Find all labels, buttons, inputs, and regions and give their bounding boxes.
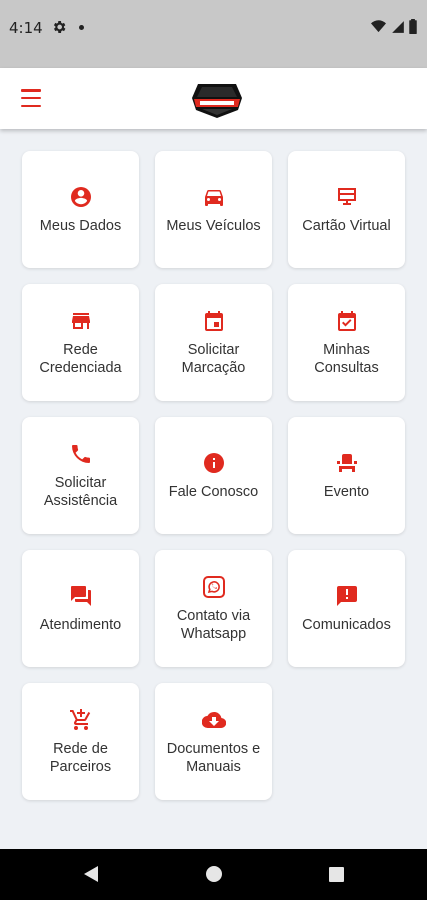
menu-card-solicitar-assistencia[interactable]: Solicitar Assistência: [22, 417, 139, 534]
menu-card-minhas-consultas[interactable]: Minhas Consultas: [288, 284, 405, 401]
menu-card-contato-whatsapp[interactable]: Contato via Whatsapp: [155, 550, 272, 667]
menu-card-evento[interactable]: Evento: [288, 417, 405, 534]
menu-card-cartao-virtual[interactable]: Cartão Virtual: [288, 151, 405, 268]
menu-card-label: Rede Credenciada: [39, 341, 122, 376]
menu-card-rede-credenciada[interactable]: Rede Credenciada: [22, 284, 139, 401]
car-icon: [202, 185, 226, 209]
menu-grid: Meus Dados Meus Veículos Cartão Virtual Red…: [22, 151, 406, 800]
event-seat-icon: [335, 451, 359, 475]
battery-icon: [409, 19, 417, 39]
navigation-bar: [0, 849, 427, 900]
menu-card-label: Cartão Virtual: [302, 217, 391, 234]
hamburger-menu-icon[interactable]: [19, 87, 43, 109]
menu-card-meus-dados[interactable]: Meus Dados: [22, 151, 139, 268]
brand-logo: [188, 76, 246, 120]
menu-card-label: Fale Conosco: [168, 483, 259, 500]
menu-card-label: Solicitar Marcação: [181, 341, 246, 376]
menu-card-label: Atendimento: [39, 616, 122, 633]
menu-card-meus-veiculos[interactable]: Meus Veículos: [155, 151, 272, 268]
card-monitor-icon: [335, 185, 359, 209]
menu-card-label: Rede de Parceiros: [49, 740, 112, 775]
menu-card-atendimento[interactable]: Atendimento: [22, 550, 139, 667]
signal-icon: [391, 20, 405, 39]
menu-card-label: Comunicados: [302, 616, 391, 633]
info-icon: [202, 451, 226, 475]
calendar-check-icon: [335, 309, 359, 333]
menu-card-label: Meus Veículos: [166, 217, 261, 234]
settings-gear-icon: [51, 19, 67, 35]
status-icons: [370, 19, 417, 39]
account-circle-icon: [69, 185, 93, 209]
home-icon[interactable]: [206, 866, 222, 882]
cart-plus-icon: [69, 708, 93, 732]
menu-card-fale-conosco[interactable]: Fale Conosco: [155, 417, 272, 534]
menu-card-rede-parceiros[interactable]: Rede de Parceiros: [22, 683, 139, 800]
menu-card-comunicados[interactable]: Comunicados: [288, 550, 405, 667]
forum-icon: [69, 584, 93, 608]
recents-icon[interactable]: [329, 867, 344, 882]
menu-card-label: Meus Dados: [39, 217, 122, 234]
status-time: 4:14: [9, 19, 43, 37]
phone-icon: [69, 442, 93, 466]
menu-card-documentos-manuais[interactable]: Documentos e Manuais: [155, 683, 272, 800]
cloud-download-icon: [201, 708, 226, 732]
calendar-icon: [202, 309, 226, 333]
store-icon: [69, 309, 93, 333]
notification-dot-icon: [79, 25, 84, 30]
menu-card-label: Minhas Consultas: [314, 341, 379, 376]
menu-card-label: Solicitar Assistência: [43, 474, 118, 509]
menu-card-label: Evento: [323, 483, 370, 500]
back-icon[interactable]: [82, 865, 100, 883]
announcement-icon: [335, 584, 359, 608]
app-bar: [0, 68, 427, 129]
menu-card-label: Contato via Whatsapp: [176, 607, 251, 642]
wifi-icon: [370, 19, 387, 39]
menu-card-solicitar-marcacao[interactable]: Solicitar Marcação: [155, 284, 272, 401]
menu-card-label: Documentos e Manuais: [166, 740, 261, 775]
status-bar: 4:14: [0, 0, 427, 68]
whatsapp-icon: [202, 575, 226, 599]
